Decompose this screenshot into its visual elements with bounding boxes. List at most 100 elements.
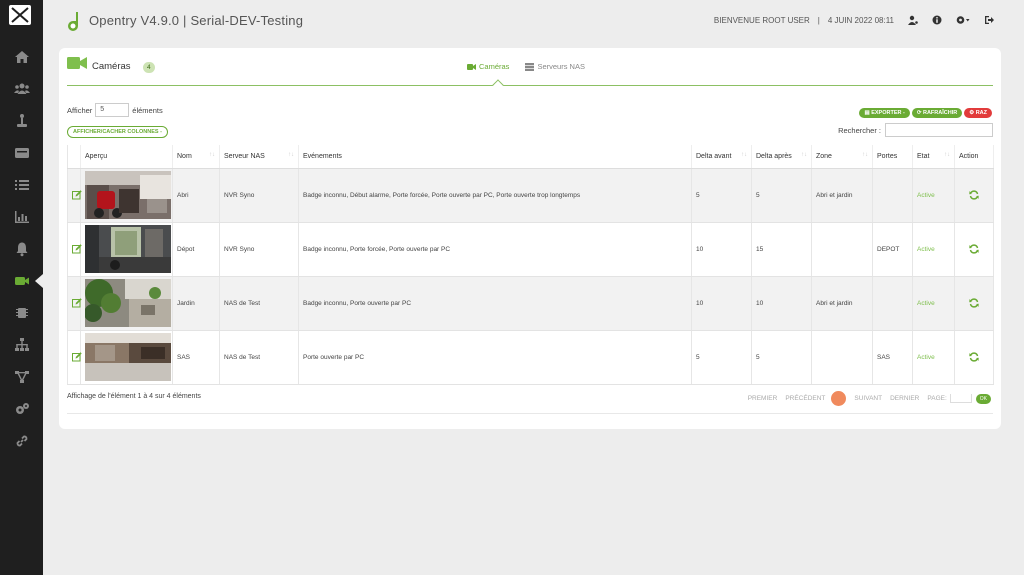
list-icon (14, 180, 29, 190)
cell-doors: SAS (872, 330, 913, 385)
sidebar-item-card[interactable] (0, 137, 43, 169)
reset-button[interactable]: ⚙ RAZ (964, 108, 992, 118)
col-header-doors: Portes (872, 145, 913, 169)
cell-delta-after: 5 (751, 168, 812, 223)
edit-icon[interactable] (72, 298, 82, 308)
col-header-name[interactable]: Nom ↑↓ (172, 145, 220, 169)
user-settings-icon[interactable] (908, 15, 918, 25)
footer-divider (67, 413, 993, 414)
edit-icon[interactable] (72, 244, 82, 254)
col-header-zone[interactable]: Zone ↑↓ (811, 145, 873, 169)
cell-events: Badge inconnu, Début alarme, Porte forcé… (298, 168, 692, 223)
col-header-preview: Aperçu (80, 145, 173, 169)
file-icon: ▤ (864, 110, 872, 116)
sidebar-item-users[interactable] (0, 73, 43, 105)
refresh-icon[interactable] (969, 190, 979, 200)
cell-name: SAS (172, 330, 220, 385)
export-label: EXPORTER - (871, 110, 905, 116)
access-icon (16, 114, 27, 127)
camera-preview-sas[interactable] (85, 333, 171, 381)
col-header-delta-before[interactable]: Delta avant ↑↓ (691, 145, 752, 169)
network-icon (14, 371, 29, 383)
camera-preview-jardin[interactable] (85, 279, 171, 327)
cell-delta-before: 5 (691, 168, 752, 223)
refresh-button[interactable]: ⟳ RAFRAÎCHIR (911, 108, 963, 118)
current-page-button[interactable]: 1 (831, 391, 847, 406)
top-right-info: BIENVENUE ROOT USER | 4 JUIN 2022 08:11 (714, 15, 994, 25)
camera-preview-depot[interactable] (85, 225, 171, 273)
edit-cell (67, 330, 82, 385)
active-indicator (35, 274, 43, 288)
prev-page-link[interactable]: PRÉCÉDENT (785, 395, 825, 402)
separator: | (817, 15, 820, 25)
page-go-button[interactable]: OK (975, 393, 991, 404)
cell-events: Badge inconnu, Porte ouverte par PC (298, 276, 692, 331)
page-number-input[interactable] (949, 394, 972, 403)
cameras-table: Aperçu Nom ↑↓ Serveur NAS ↑↓ Evénements De… (67, 145, 994, 385)
col-header-state[interactable]: Etat ↑↓ (912, 145, 955, 169)
info-icon[interactable] (932, 15, 942, 25)
sidebar-item-network[interactable] (0, 361, 43, 393)
gear-dropdown-icon[interactable] (956, 15, 970, 25)
cell-zone: Abri et jardin (811, 276, 873, 331)
refresh-icon[interactable] (969, 352, 979, 362)
col-header-nas-server[interactable]: Serveur NAS ↑↓ (219, 145, 299, 169)
action-cell (954, 330, 994, 385)
count-badge: 4 (143, 62, 155, 73)
sort-icon: ↑↓ (944, 152, 950, 158)
refresh-icon[interactable] (969, 244, 979, 254)
sidebar-item-settings[interactable] (0, 393, 43, 425)
col-header-events: Evénements (298, 145, 692, 169)
video-camera-icon (467, 63, 476, 70)
cell-nas-server: NVR Syno (219, 168, 299, 223)
tab-cameras[interactable]: Caméras (467, 62, 509, 71)
cell-events: Badge inconnu, Porte forcée, Porte ouver… (298, 222, 692, 277)
sidebar-item-list[interactable] (0, 169, 43, 201)
next-page-link[interactable]: SUIVANT (854, 395, 882, 402)
table-row: SAS NAS de Test Porte ouverte par PC 5 5… (67, 330, 994, 385)
cell-nas-server: NAS de Test (219, 330, 299, 385)
logo-x-icon[interactable] (9, 5, 31, 25)
col-header-delta-after[interactable]: Delta après ↑↓ (751, 145, 812, 169)
preview-cell (80, 276, 173, 331)
sidebar (0, 0, 43, 575)
col-header-action: Action (954, 145, 994, 169)
toggle-columns-button[interactable]: AFFICHER/CACHER COLONNES - (67, 126, 168, 138)
sidebar-item-stats[interactable] (0, 201, 43, 233)
sidebar-item-home[interactable] (0, 41, 43, 73)
cell-delta-after: 10 (751, 276, 812, 331)
last-page-link[interactable]: DERNIER (890, 395, 919, 402)
export-button[interactable]: ▤ EXPORTER - (859, 108, 910, 118)
cell-zone (811, 330, 873, 385)
reset-label: RAZ (975, 110, 987, 116)
page-label: PAGE: (927, 395, 947, 402)
edit-icon[interactable] (72, 352, 82, 362)
sidebar-item-cameras[interactable] (0, 265, 43, 297)
table-info: Affichage de l'élément 1 à 4 sur 4 éléme… (67, 393, 201, 400)
logout-icon[interactable] (984, 15, 994, 25)
preview-cell (80, 168, 173, 223)
first-page-link[interactable]: PREMIER (748, 395, 778, 402)
sidebar-item-chip[interactable] (0, 297, 43, 329)
edit-icon[interactable] (72, 190, 82, 200)
tab-label: Serveurs NAS (537, 62, 585, 71)
camera-preview-abri[interactable] (85, 171, 171, 219)
table-row: Jardin NAS de Test Badge inconnu, Porte … (67, 276, 994, 331)
home-icon (14, 51, 29, 63)
sidebar-item-access[interactable] (0, 105, 43, 137)
cell-delta-after: 15 (751, 222, 812, 277)
refresh-icon[interactable] (969, 298, 979, 308)
sidebar-item-alerts[interactable] (0, 233, 43, 265)
col-label: Etat (917, 152, 930, 160)
page-length-select[interactable]: 5 (95, 103, 130, 117)
cell-delta-before: 10 (691, 276, 752, 331)
search-input[interactable] (885, 123, 993, 137)
tab-nas-servers[interactable]: Serveurs NAS (525, 62, 585, 71)
pagination: PREMIER PRÉCÉDENT 1 SUIVANT DERNIER PAGE… (740, 391, 991, 406)
sidebar-item-link[interactable] (0, 425, 43, 457)
card-header: Caméras 4 Caméras Serveurs NAS (67, 54, 993, 91)
edit-cell (67, 276, 82, 331)
sitemap-icon (14, 338, 29, 351)
tab-label: Caméras (479, 62, 510, 71)
sidebar-item-hierarchy[interactable] (0, 329, 43, 361)
